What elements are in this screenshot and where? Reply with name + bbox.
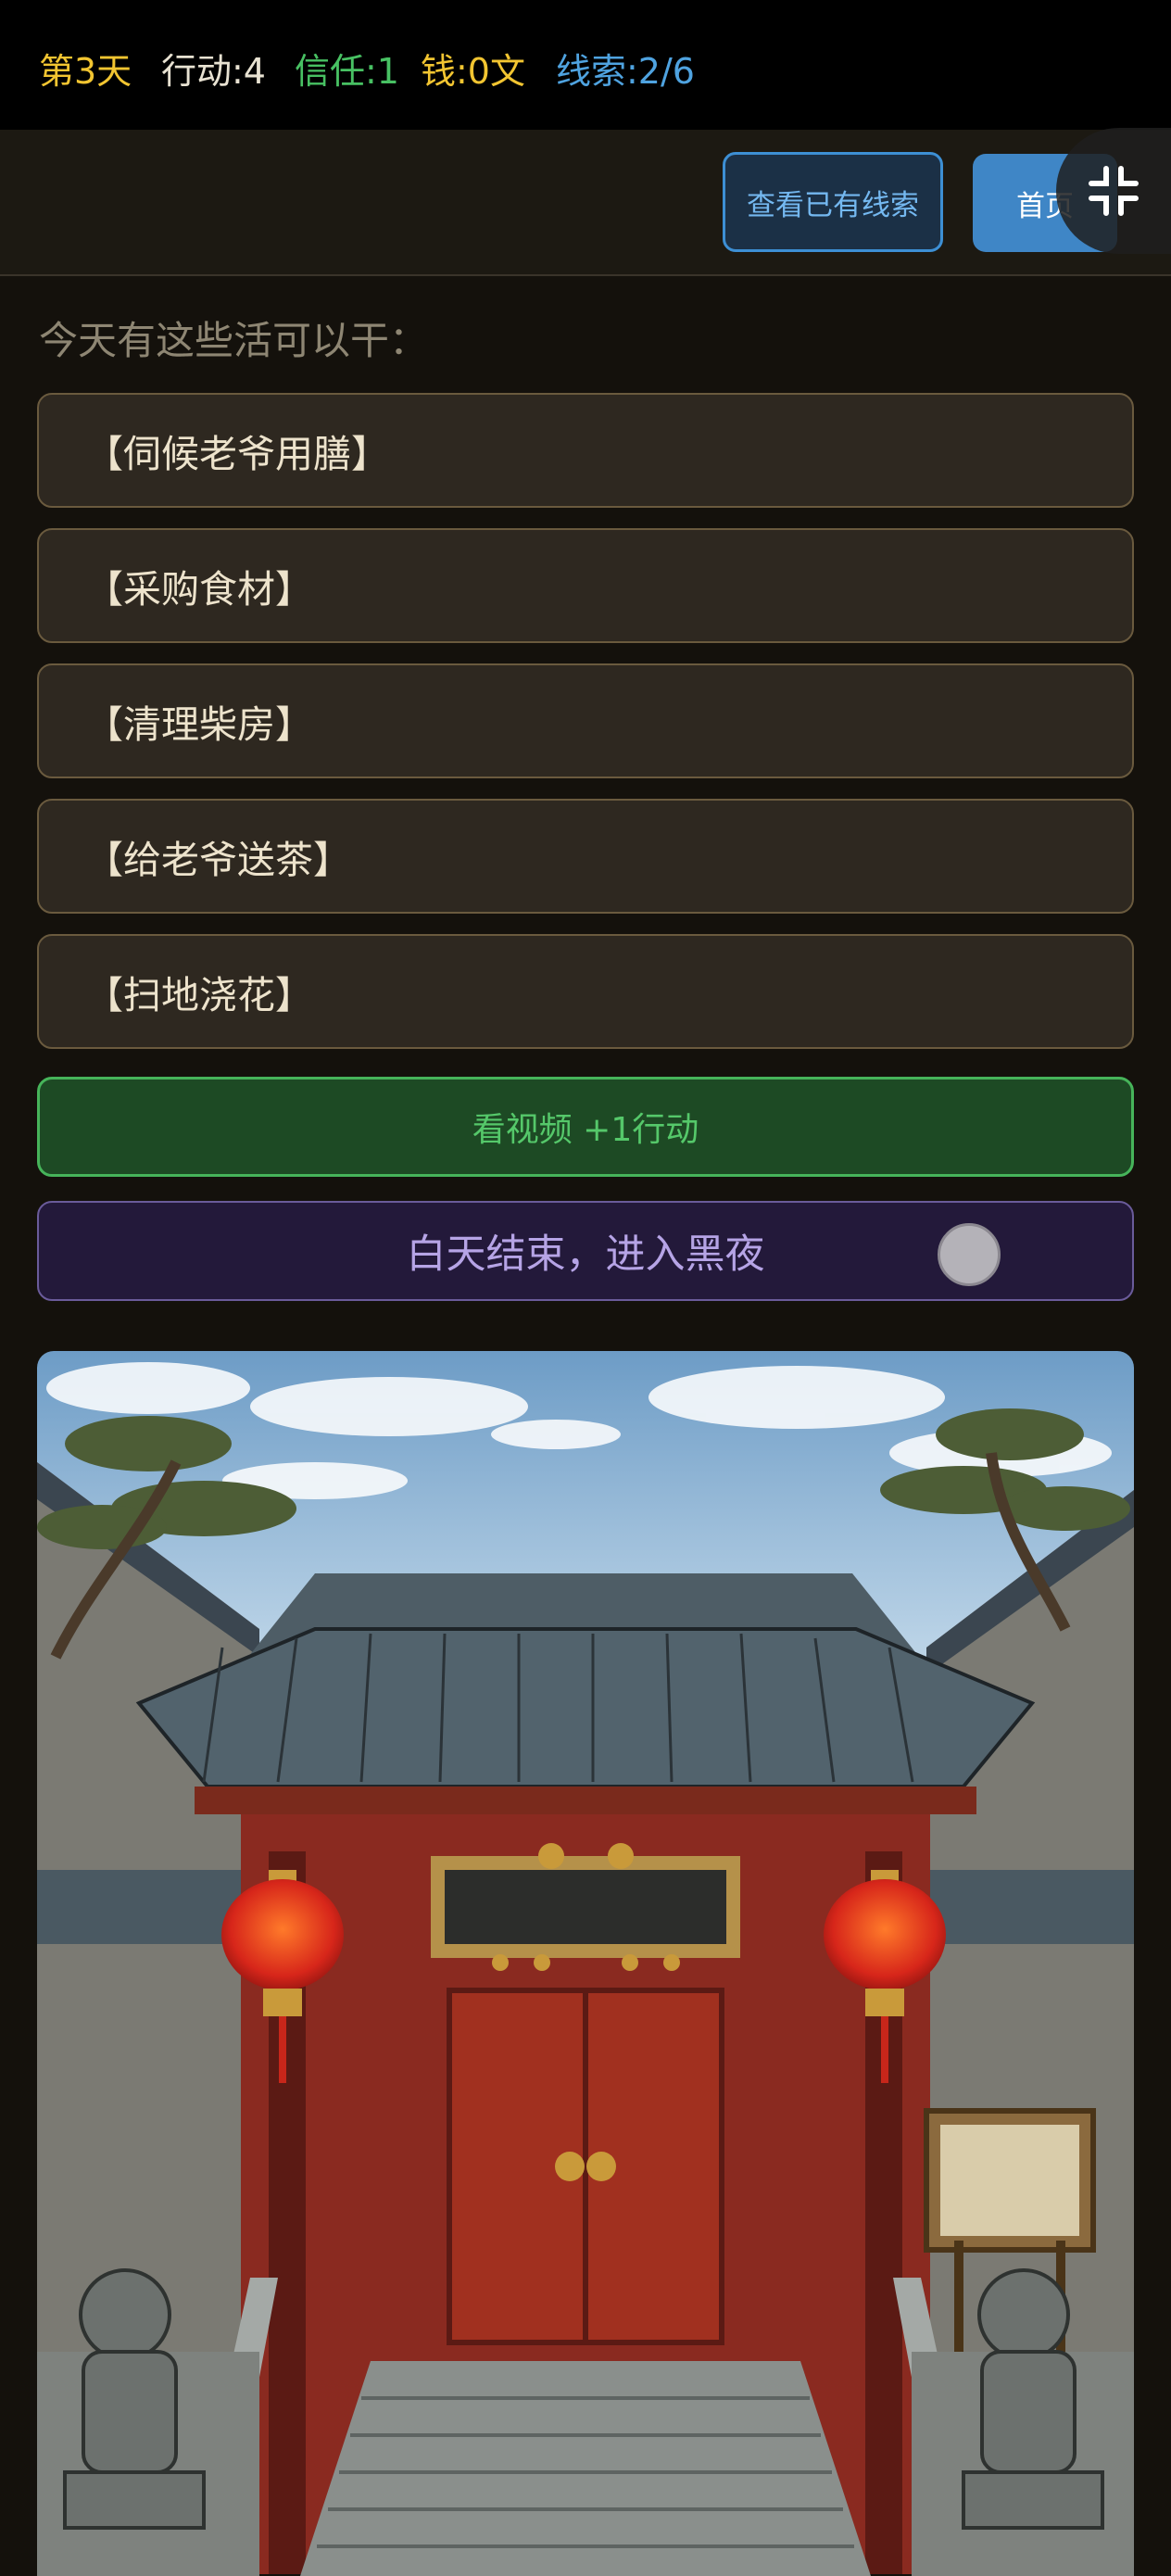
task-clean-woodshed[interactable]: 【清理柴房】 [37, 663, 1134, 778]
floating-assistive-dot[interactable] [938, 1223, 1001, 1286]
trust-counter: 信任:1 [295, 51, 399, 92]
courtyard-gate-illustration [37, 1351, 1134, 2576]
day-counter: 第3天 [39, 51, 132, 92]
task-deliver-tea[interactable]: 【给老爷送茶】 [37, 799, 1134, 914]
tasks-prompt: 今天有这些活可以干： [39, 318, 429, 363]
money-counter: 钱:0文 [421, 51, 525, 92]
view-clues-button[interactable]: 查看已有线索 [723, 152, 943, 252]
watch-video-button[interactable]: 看视频 +1行动 [37, 1077, 1134, 1177]
task-buy-ingredients[interactable]: 【采购食材】 [37, 528, 1134, 643]
task-serve-meal[interactable]: 【伺候老爷用膳】 [37, 393, 1134, 508]
fullscreen-toggle[interactable] [1056, 128, 1171, 254]
clues-counter: 线索:2/6 [556, 51, 695, 92]
actions-counter: 行动:4 [161, 51, 266, 92]
fullscreen-exit-icon [1089, 166, 1139, 216]
task-sweep-water[interactable]: 【扫地浇花】 [37, 934, 1134, 1049]
